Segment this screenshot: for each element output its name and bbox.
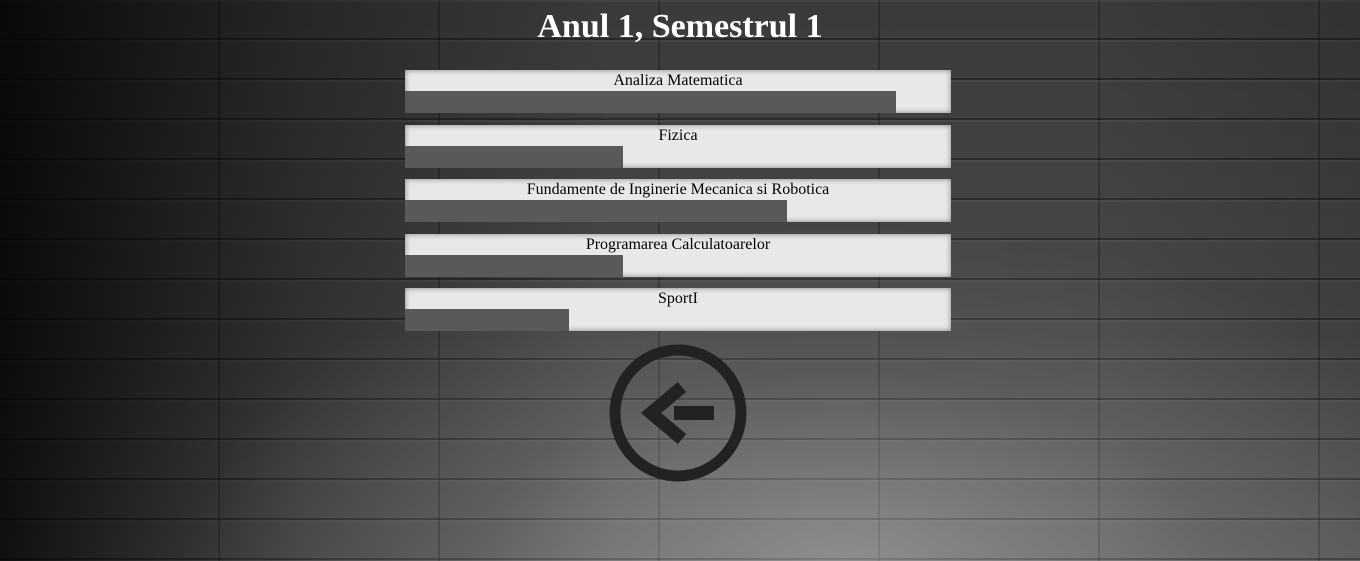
course-progress-bar — [405, 91, 897, 113]
course-item-fizica[interactable]: Fizica — [405, 124, 951, 168]
course-name: Fundamente de Inginerie Mecanica si Robo… — [526, 181, 830, 198]
course-name: Programarea Calculatoarelor — [585, 235, 771, 253]
arrow-left-circle-icon — [609, 344, 747, 482]
course-progress-bar — [405, 145, 624, 168]
course-item-sport[interactable]: SportI — [405, 288, 951, 331]
course-name: Fizica — [658, 126, 698, 144]
course-progress-bar — [405, 254, 624, 277]
course-item-analiza-matematica[interactable]: Analiza Matematica — [405, 70, 951, 113]
course-name: Analiza Matematica — [613, 72, 743, 89]
course-item-programarea-calculatoarelor[interactable]: Programarea Calculatoarelor — [405, 233, 951, 277]
course-list: Analiza Matematica Fizica Fundamente de … — [405, 70, 951, 343]
course-item-fundamente-inginerie[interactable]: Fundamente de Inginerie Mecanica si Robo… — [405, 179, 951, 222]
back-button[interactable] — [608, 343, 748, 483]
course-name: SportI — [658, 290, 698, 307]
course-progress-bar — [405, 200, 788, 222]
page-title: Anul 1, Semestrul 1 — [537, 8, 823, 45]
course-progress-bar — [405, 309, 569, 331]
